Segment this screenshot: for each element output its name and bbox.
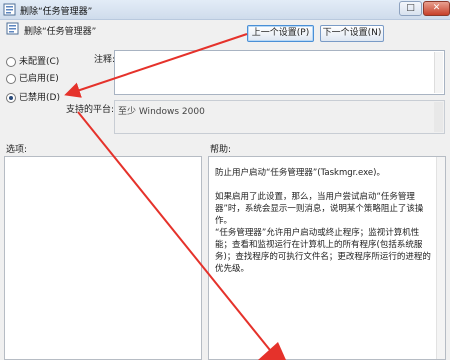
policy-setting-icon <box>6 22 19 35</box>
window-title: 删除“任务管理器” <box>20 7 93 17</box>
options-label: 选项: <box>6 145 28 155</box>
options-pane <box>4 156 202 360</box>
help-pane: 防止用户启动“任务管理器”(Taskmgr.exe)。 如果启用了此设置，那么，… <box>208 156 446 360</box>
radio-disabled[interactable]: 已禁用(D) <box>6 90 60 103</box>
help-scrollbar[interactable] <box>436 157 445 359</box>
radio-not-configured[interactable]: 未配置(C) <box>6 54 60 67</box>
setting-title: 删除“任务管理器” <box>24 27 97 37</box>
help-paragraph: 如果启用了此设置，那么，当用户尝试启动“任务管理器”时，系统会显示一则消息，说明… <box>215 192 424 226</box>
radio-selected-icon <box>6 92 16 103</box>
radio-circle-icon <box>6 56 16 67</box>
radio-label-enabled: 已启用(E) <box>19 74 59 84</box>
comment-label: 注释: <box>94 55 116 65</box>
platform-label: 支持的平台: <box>66 105 115 115</box>
comment-scrollbar[interactable] <box>434 52 443 93</box>
close-icon: ✕ <box>432 3 441 13</box>
radio-circle-icon <box>6 73 16 84</box>
help-paragraph: 防止用户启动“任务管理器”(Taskmgr.exe)。 <box>215 168 385 178</box>
next-setting-button[interactable]: 下一个设置(N) <box>320 25 384 42</box>
close-button[interactable]: ✕ <box>423 1 450 16</box>
policy-icon <box>3 3 16 16</box>
help-label: 帮助: <box>210 145 232 155</box>
previous-setting-button[interactable]: 上一个设置(P) <box>247 25 314 42</box>
help-paragraph: “任务管理器”允许用户启动或终止程序；监视计算机性能；查看和监视运行在计算机上的… <box>215 228 431 274</box>
maximize-icon: □ <box>406 3 415 13</box>
radio-label-disabled: 已禁用(D) <box>19 93 60 103</box>
comment-textarea[interactable] <box>114 50 445 95</box>
platform-scrollbar[interactable] <box>434 102 443 132</box>
maximize-button[interactable]: □ <box>399 1 422 16</box>
platform-value: 至少 Windows 2000 <box>118 107 205 117</box>
radio-label-not-configured: 未配置(C) <box>19 57 60 67</box>
radio-enabled[interactable]: 已启用(E) <box>6 71 59 84</box>
